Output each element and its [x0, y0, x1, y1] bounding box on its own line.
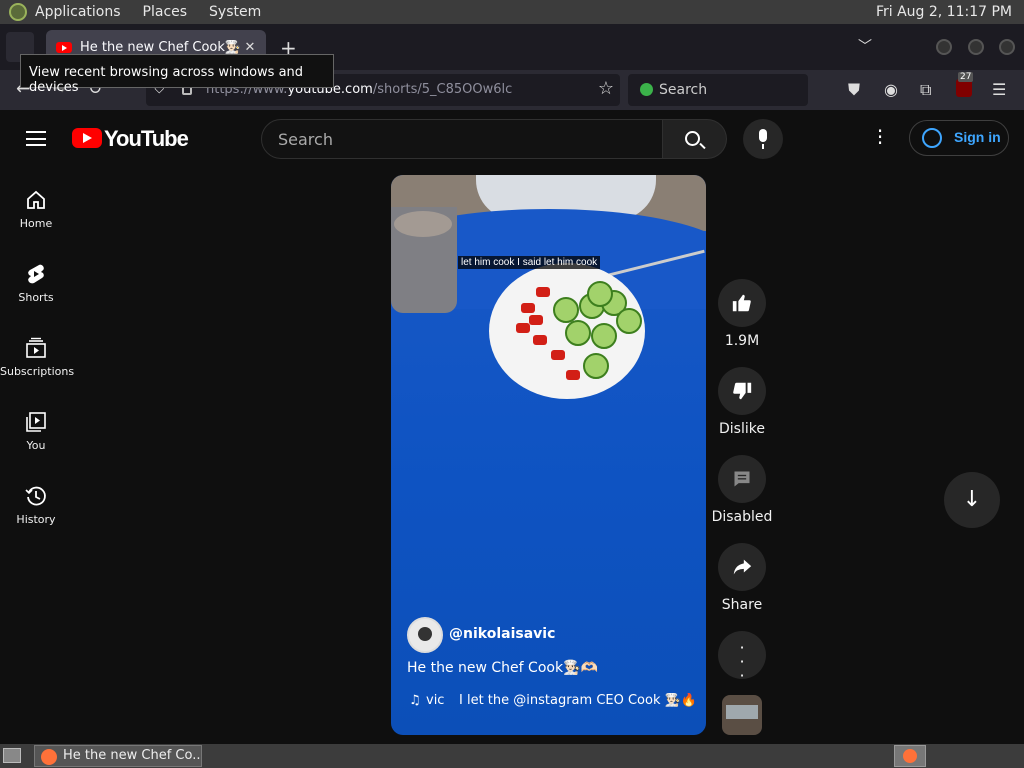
extensions-icon[interactable]: ⧉ [920, 80, 931, 100]
music-track-link[interactable]: I let the @instagram CEO Cook 👨🏻‍🍳🔥 # [459, 693, 695, 708]
taskbar-window-item[interactable]: He the new Chef Co... [34, 745, 202, 767]
guide-item-shorts[interactable]: Shorts [0, 263, 72, 304]
chevron-down-icon[interactable]: ﹀ [858, 36, 872, 56]
thumbs-down-icon [733, 382, 752, 400]
like-count: 1.9M [724, 333, 760, 349]
like-button[interactable] [718, 279, 766, 327]
guide-item-subscriptions[interactable]: Subscriptions [0, 337, 75, 378]
os-top-panel: Applications Places System Fri Aug 2, 11… [0, 0, 1024, 24]
music-artist[interactable]: vic [426, 693, 444, 708]
maximize-button[interactable] [968, 39, 984, 55]
clock[interactable]: Fri Aug 2, 11:17 PM [876, 4, 1012, 20]
menu-system[interactable]: System [209, 4, 261, 20]
next-short-button[interactable]: ↓ [944, 472, 1000, 528]
youtube-logo-icon[interactable] [72, 128, 102, 148]
guide-label: You [26, 439, 46, 452]
search-button[interactable] [663, 119, 727, 159]
more-vertical-icon: · · · [739, 638, 745, 685]
close-window-button[interactable] [999, 39, 1015, 55]
dislike-button[interactable] [718, 367, 766, 415]
history-icon [25, 486, 46, 506]
guide-item-home[interactable]: Home [0, 189, 72, 230]
menu-applications[interactable]: Applications [35, 4, 121, 20]
search-bar[interactable]: Search [628, 74, 808, 106]
share-label: Share [721, 597, 763, 613]
search-input[interactable]: Search [261, 119, 663, 159]
tab-title: He the new Chef Cook👨🏻‍🍳🫶🏻 [80, 39, 240, 55]
hamburger-menu-icon[interactable] [26, 131, 46, 146]
comments-label: Disabled [711, 509, 773, 525]
sign-in-button[interactable]: Sign in [909, 120, 1009, 156]
video-caption: let him cook I said let him cook [458, 256, 601, 269]
search-engine-icon [640, 83, 653, 96]
taskbar: He the new Chef Co... [0, 744, 1024, 768]
menu-places[interactable]: Places [143, 4, 188, 20]
arrow-down-icon: ↓ [962, 487, 982, 512]
more-options-icon[interactable]: · · · [872, 121, 888, 153]
show-desktop-icon[interactable] [3, 748, 21, 763]
guide-label: History [16, 513, 56, 526]
youtube-favicon-icon [56, 41, 72, 53]
share-button[interactable] [718, 543, 766, 591]
account-circle-icon [922, 128, 942, 148]
channel-avatar[interactable] [407, 617, 443, 653]
tooltip: View recent browsing across windows and … [20, 54, 334, 95]
guide-item-you[interactable]: You [0, 411, 72, 452]
dislike-label: Dislike [719, 421, 765, 437]
music-note-icon: ♫ [409, 693, 421, 708]
more-actions-button[interactable]: · · · [718, 631, 766, 684]
guide-label: Shorts [18, 291, 54, 304]
minimize-button[interactable] [936, 39, 952, 55]
microphone-icon [759, 129, 767, 142]
close-icon[interactable]: ✕ [240, 40, 260, 55]
voice-search-button[interactable] [743, 119, 783, 159]
guide-item-history[interactable]: History [0, 485, 72, 526]
search-icon [685, 131, 700, 146]
sound-thumbnail[interactable] [722, 695, 762, 735]
guide-label: Home [19, 217, 53, 230]
workspace-switcher-icon[interactable] [894, 745, 926, 767]
account-icon[interactable]: ◉ [884, 80, 898, 99]
share-icon [733, 559, 752, 575]
search-placeholder: Search [659, 82, 708, 98]
you-icon [26, 412, 46, 432]
short-title[interactable]: He the new Chef Cook👨🏻‍🍳🫶🏻 [407, 660, 598, 676]
channel-name-link[interactable]: @nikolaisavic [449, 626, 555, 642]
shorts-icon [28, 264, 44, 284]
ublock-badge: 27 [958, 72, 974, 82]
comments-button[interactable] [718, 455, 766, 503]
pocket-icon[interactable]: ⛊ [848, 80, 860, 100]
youtube-logo-text[interactable]: YouTube [104, 126, 189, 152]
guide-label: Subscriptions [0, 365, 75, 378]
firefox-icon [41, 749, 57, 765]
thumbs-up-icon [732, 294, 751, 312]
menu-icon[interactable]: ☰ [992, 80, 1006, 99]
bookmark-star-icon[interactable]: ☆ [598, 78, 614, 99]
comment-icon [734, 471, 750, 487]
subscriptions-icon [26, 337, 46, 358]
short-video-player[interactable]: let him cook I said let him cook @nikola… [391, 175, 706, 735]
system-logo-icon[interactable] [9, 3, 27, 21]
home-icon [27, 190, 45, 209]
youtube-header: YouTube Search · · · Sign in [0, 110, 1024, 166]
